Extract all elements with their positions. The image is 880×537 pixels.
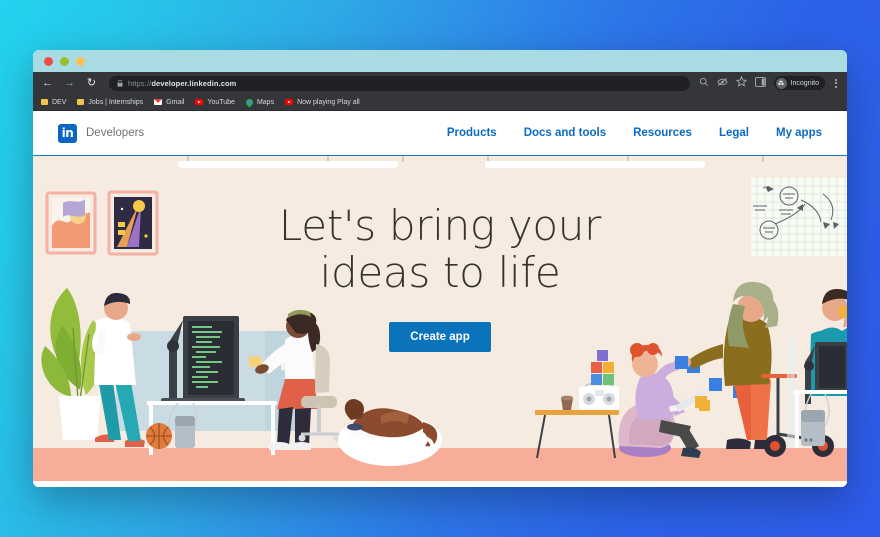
profile-chip[interactable]: Incognito [773,76,825,90]
bookmark-gmail[interactable]: Gmail [154,99,184,106]
nav-item-legal[interactable]: Legal [719,127,749,139]
bookmark-dev[interactable]: DEV [41,99,66,106]
nav-item-resources[interactable]: Resources [633,127,692,139]
youtube-icon [285,99,294,105]
bookmark-now-playing[interactable]: Now playing Play all [285,99,360,106]
browser-window: ← → ↻ https://developer.linkedin.com Inc… [33,50,847,487]
window-close-button[interactable] [44,56,53,66]
hero-cta-wrap: Create app [33,322,847,353]
youtube-icon [195,99,204,105]
site-header: in Developers Products Docs and tools Re… [33,111,847,156]
main-navigation: Products Docs and tools Resources Legal … [447,127,822,139]
bookmark-label: YouTube [207,98,235,106]
profile-label: Incognito [790,79,819,87]
desktop-background: ← → ↻ https://developer.linkedin.com Inc… [0,0,880,537]
toolbar-right-actions: Incognito [699,74,839,92]
bookmarks-bar: DEV Jobs | Internships Gmail YouTube Map… [33,94,847,111]
window-minimize-button[interactable] [60,56,69,66]
back-icon[interactable]: ← [41,77,54,89]
nav-item-docs-and-tools[interactable]: Docs and tools [524,127,606,139]
bookmark-jobs-internships[interactable]: Jobs | Internships [77,99,143,106]
illustration-whiteboard [751,178,847,256]
bookmark-label: Gmail [166,98,185,106]
bookmark-label: Now playing Play all [297,98,360,106]
eye-slash-icon[interactable] [716,74,728,92]
reload-icon[interactable]: ↻ [85,77,98,89]
browser-menu-icon[interactable] [833,78,839,88]
url-text: https://developer.linkedin.com [128,79,236,88]
side-panel-icon[interactable] [754,74,766,92]
gmail-icon [154,99,163,105]
lock-icon [117,74,123,92]
url-scheme: https:// [128,78,152,88]
bookmark-maps[interactable]: Maps [244,97,275,107]
url-host: developer.linkedin.com [151,78,237,88]
bookmark-label: DEV [52,98,67,106]
linkedin-logo-icon: in [58,123,77,143]
search-icon[interactable] [699,74,709,92]
bookmark-youtube[interactable]: YouTube [195,99,235,106]
maps-pin-icon [244,97,255,107]
create-app-button[interactable]: Create app [389,322,491,353]
bookmark-label: Maps [256,98,275,106]
page-viewport: in Developers Products Docs and tools Re… [33,111,847,487]
hero-section: Let's bring your ideas to life Create ap… [33,156,847,487]
incognito-avatar-icon [775,77,787,89]
browser-toolbar: ← → ↻ https://developer.linkedin.com Inc… [33,72,847,94]
nav-item-my-apps[interactable]: My apps [776,127,822,139]
window-maximize-button[interactable] [76,56,85,66]
forward-icon[interactable]: → [63,77,76,89]
folder-icon [41,99,48,105]
nav-item-products[interactable]: Products [447,127,497,139]
browser-titlebar [33,50,847,72]
brand-name: Developers [86,127,145,139]
folder-icon [77,99,85,105]
address-bar[interactable]: https://developer.linkedin.com [109,74,690,92]
bookmark-label: Jobs | Internships [88,98,144,106]
brand[interactable]: in Developers [58,123,145,143]
star-icon[interactable] [735,74,747,92]
